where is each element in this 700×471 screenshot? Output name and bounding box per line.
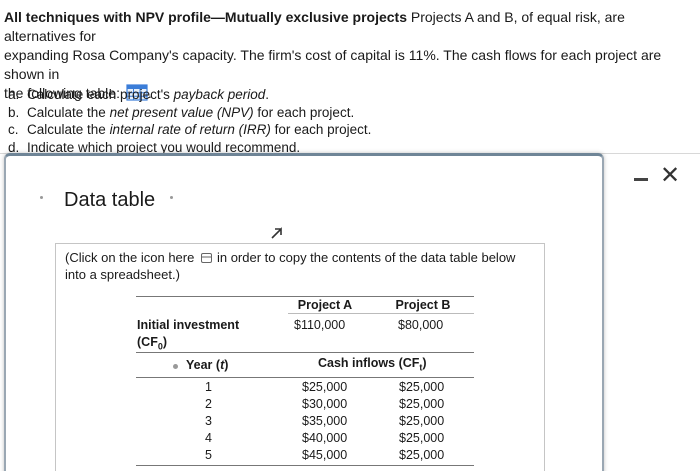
year-cell: 5 xyxy=(205,448,212,462)
modal-title: Data table xyxy=(64,189,156,211)
initial-investment-symbol: (CF0) xyxy=(137,335,168,352)
task-letter: b. xyxy=(8,104,20,120)
header-underline xyxy=(288,313,474,314)
cash-a-cell: $35,000 xyxy=(302,414,348,428)
task-a: a. Calculate each project's payback perio… xyxy=(8,86,371,104)
task-letter: c. xyxy=(8,122,19,137)
cash-a-cell: $25,000 xyxy=(302,380,348,394)
task-italic: payback period xyxy=(173,87,266,102)
modal-window-controls: ✕ xyxy=(632,164,692,190)
col-header-project-a: Project A xyxy=(297,298,353,312)
decorative-dot xyxy=(40,196,43,199)
col-header-project-b: Project B xyxy=(395,298,451,312)
header-bottom-rule xyxy=(136,377,474,378)
year-header: Year (t) xyxy=(186,358,229,372)
cash-b-cell: $25,000 xyxy=(399,414,445,428)
task-italic: internal rate of return (IRR) xyxy=(109,122,271,137)
cash-a-cell: $30,000 xyxy=(302,397,348,411)
year-cell: 3 xyxy=(205,414,212,428)
cash-b-cell: $25,000 xyxy=(399,448,445,462)
task-letter: a. xyxy=(8,87,20,102)
year-cell: 2 xyxy=(205,397,212,411)
table-bottom-rule xyxy=(136,465,474,466)
year-cell: 4 xyxy=(205,431,212,445)
mouse-cursor-icon xyxy=(271,227,282,239)
decorative-dot xyxy=(173,364,178,369)
initial-investment-a: $110,000 xyxy=(294,318,346,332)
table-top-rule xyxy=(136,296,474,297)
cash-b-cell: $25,000 xyxy=(399,431,445,445)
initial-investment-label: Initial investment xyxy=(137,318,240,332)
copy-instructions: (Click on the icon here in order to copy… xyxy=(65,249,515,283)
cash-inflows-header: Cash inflows (CFt) xyxy=(318,356,427,373)
instruction-text: (Click on the icon here xyxy=(65,250,195,265)
task-list: a. Calculate each project's payback perio… xyxy=(8,86,371,156)
cash-a-cell: $40,000 xyxy=(302,431,348,445)
cash-b-cell: $25,000 xyxy=(399,380,445,394)
task-text-end: for each project. xyxy=(253,104,355,120)
minimize-icon[interactable] xyxy=(634,178,648,181)
task-italic: net present value (NPV) xyxy=(109,104,254,120)
task-c: c. Calculate the internal rate of return … xyxy=(8,121,371,139)
task-text: Calculate each project's xyxy=(27,87,174,102)
task-text-end: . xyxy=(265,87,269,102)
task-text-end: for each project. xyxy=(270,122,372,137)
task-b: b. Calculate the net present value (NPV) … xyxy=(8,104,371,122)
copy-to-spreadsheet-icon[interactable] xyxy=(200,250,212,263)
cash-b-cell: $25,000 xyxy=(399,397,445,411)
section-rule xyxy=(136,352,474,353)
task-text: Calculate the xyxy=(27,122,110,137)
decorative-dot xyxy=(170,196,173,199)
initial-investment-b: $80,000 xyxy=(398,318,444,332)
task-text: Calculate the xyxy=(27,104,110,120)
close-icon[interactable]: ✕ xyxy=(660,164,680,188)
instruction-text-continued: in order to copy the contents of the dat… xyxy=(216,250,516,265)
problem-text-2: expanding Rosa Company's capacity. The f… xyxy=(4,47,662,82)
cash-a-cell: $45,000 xyxy=(302,448,348,462)
instruction-text-line2: into a spreadsheet.) xyxy=(65,267,180,282)
problem-title: All techniques with NPV profile—Mutually… xyxy=(4,9,407,25)
year-cell: 1 xyxy=(205,380,212,394)
problem-line-1: All techniques with NPV profile—Mutually… xyxy=(4,8,696,46)
